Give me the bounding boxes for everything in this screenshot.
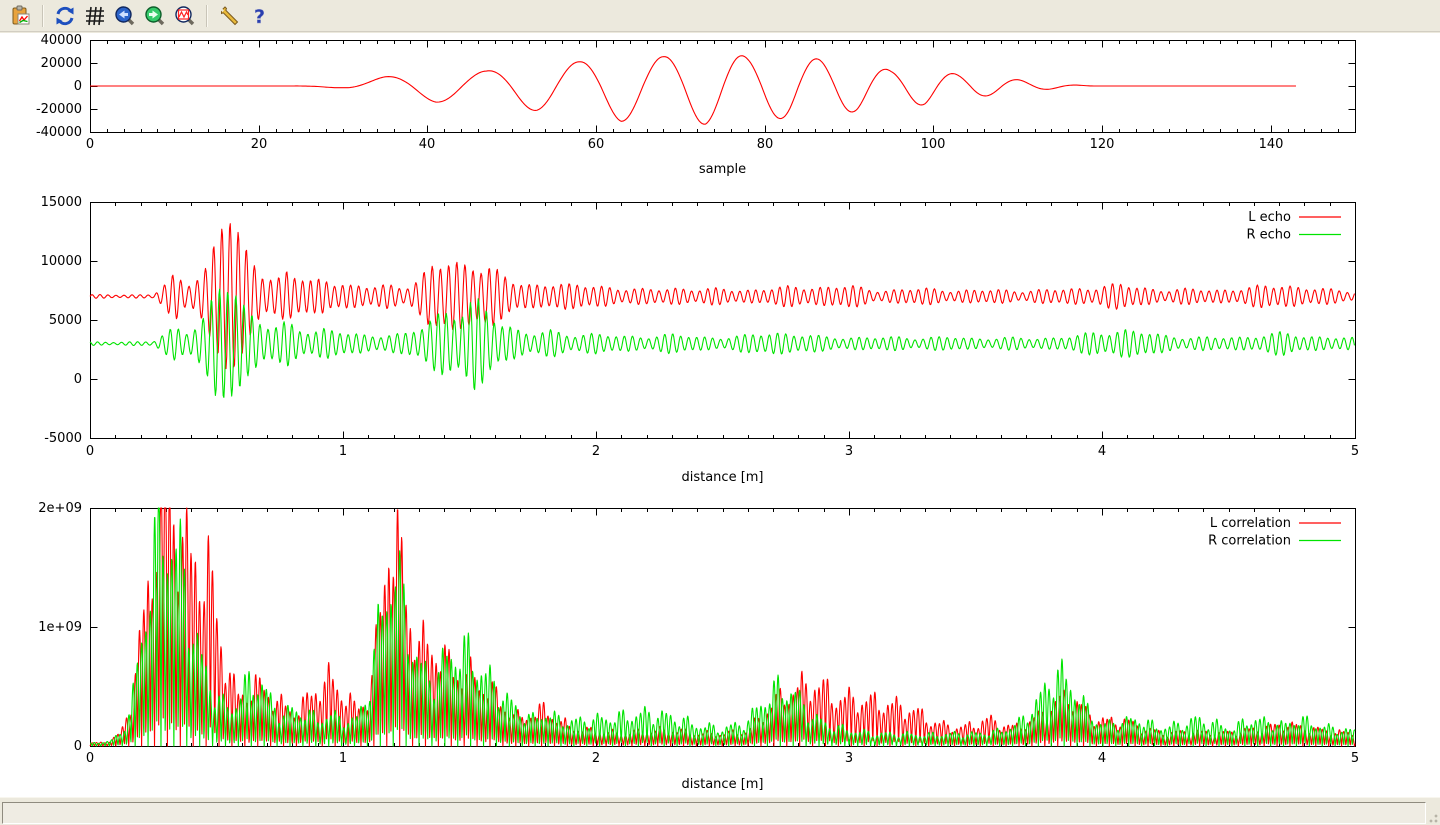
series-line-L-correlation bbox=[90, 508, 1355, 746]
series-line-pulse bbox=[90, 56, 1296, 124]
configure-button[interactable] bbox=[216, 3, 242, 29]
x-axis-label: distance [m] bbox=[681, 777, 763, 792]
resize-grip-icon[interactable] bbox=[1426, 811, 1438, 823]
y-tick-label: 0 bbox=[74, 372, 82, 387]
y-tick-label: 20000 bbox=[41, 56, 82, 71]
toolbar-separator bbox=[206, 5, 208, 27]
legend-label: R correlation bbox=[1208, 534, 1291, 549]
y-tick-label: -40000 bbox=[36, 125, 82, 140]
zoom-next-button[interactable] bbox=[142, 3, 168, 29]
gnuplot-window: ? 020406080100120140-40000-2000002000040… bbox=[0, 0, 1440, 825]
series-line-R-echo bbox=[90, 289, 1354, 397]
zoom-previous-icon bbox=[114, 5, 136, 27]
y-tick-label: 10000 bbox=[41, 254, 82, 269]
x-tick-label: 5 bbox=[1351, 751, 1359, 766]
plot-sample: 0 20 40 60 80 100 120 140 -40000 -20000 0 20000 4000… bbox=[36, 33, 1356, 177]
y-tick-label: 40000 bbox=[41, 33, 82, 48]
toolbar: ? bbox=[0, 0, 1440, 32]
autoscale-button[interactable] bbox=[172, 3, 198, 29]
zoom-previous-button[interactable] bbox=[112, 3, 138, 29]
help-button[interactable]: ? bbox=[246, 3, 272, 29]
series-line-R-correlation bbox=[90, 508, 1355, 746]
y-tick-label: -20000 bbox=[36, 102, 82, 117]
x-tick-label: 40 bbox=[419, 137, 436, 152]
legend-label: L echo bbox=[1248, 210, 1291, 225]
x-tick-label: 0 bbox=[86, 137, 94, 152]
y-tick-label: 15000 bbox=[41, 195, 82, 210]
x-tick-label: 0 bbox=[86, 751, 94, 766]
autoscale-magnifier-icon bbox=[174, 5, 196, 27]
x-tick-label: 0 bbox=[86, 444, 94, 459]
x-tick-label: 4 bbox=[1098, 444, 1106, 459]
replot-refresh-icon bbox=[54, 5, 76, 27]
replot-button[interactable] bbox=[52, 3, 78, 29]
x-tick-label: 3 bbox=[845, 444, 853, 459]
x-tick-label: 2 bbox=[592, 751, 600, 766]
plot-canvas[interactable]: 020406080100120140-40000-200000200004000… bbox=[0, 33, 1440, 797]
x-tick-label: 4 bbox=[1098, 751, 1106, 766]
wrench-config-icon bbox=[218, 5, 240, 27]
copy-to-clipboard-icon bbox=[10, 5, 32, 27]
y-tick-label: 1e+09 bbox=[38, 620, 82, 635]
x-tick-label: 60 bbox=[588, 137, 605, 152]
x-axis-label: distance [m] bbox=[681, 470, 763, 485]
x-tick-label: 140 bbox=[1259, 137, 1284, 152]
y-tick-label: 0 bbox=[74, 739, 82, 754]
status-bar bbox=[0, 797, 1440, 825]
plot-echo: 0 1 2 3 4 5 -5000 0 5000 10000 15000 distance [m] L … bbox=[41, 195, 1360, 485]
series-line-L-echo bbox=[90, 224, 1354, 369]
x-axis-label: sample bbox=[699, 162, 746, 177]
y-tick-label: -5000 bbox=[44, 431, 82, 446]
x-tick-label: 80 bbox=[757, 137, 774, 152]
legend-label: R echo bbox=[1246, 228, 1291, 243]
copy-clipboard-button[interactable] bbox=[8, 3, 34, 29]
x-tick-label: 20 bbox=[251, 137, 268, 152]
toolbar-separator bbox=[42, 5, 44, 27]
status-message-field bbox=[2, 802, 1426, 824]
x-tick-label: 1 bbox=[339, 444, 347, 459]
axes-echo bbox=[91, 203, 1356, 439]
x-tick-label: 2 bbox=[592, 444, 600, 459]
legend-label: L correlation bbox=[1210, 516, 1291, 531]
zoom-next-icon bbox=[144, 5, 166, 27]
toggle-grid-button[interactable] bbox=[82, 3, 108, 29]
y-tick-label: 5000 bbox=[49, 313, 82, 328]
x-tick-label: 120 bbox=[1090, 137, 1115, 152]
x-tick-label: 1 bbox=[339, 751, 347, 766]
y-tick-label: 0 bbox=[74, 79, 82, 94]
x-tick-label: 5 bbox=[1351, 444, 1359, 459]
x-tick-label: 100 bbox=[921, 137, 946, 152]
plot-correlation: 0 1 2 3 4 5 0 1e+09 2e+09 distance [m] L correlati… bbox=[38, 501, 1359, 792]
x-tick-label: 3 bbox=[845, 751, 853, 766]
help-question-icon: ? bbox=[248, 5, 270, 27]
plots-svg[interactable]: 020406080100120140-40000-200000200004000… bbox=[0, 33, 1440, 797]
y-tick-label: 2e+09 bbox=[38, 501, 82, 516]
grid-icon bbox=[84, 5, 106, 27]
svg-text:?: ? bbox=[254, 6, 265, 27]
